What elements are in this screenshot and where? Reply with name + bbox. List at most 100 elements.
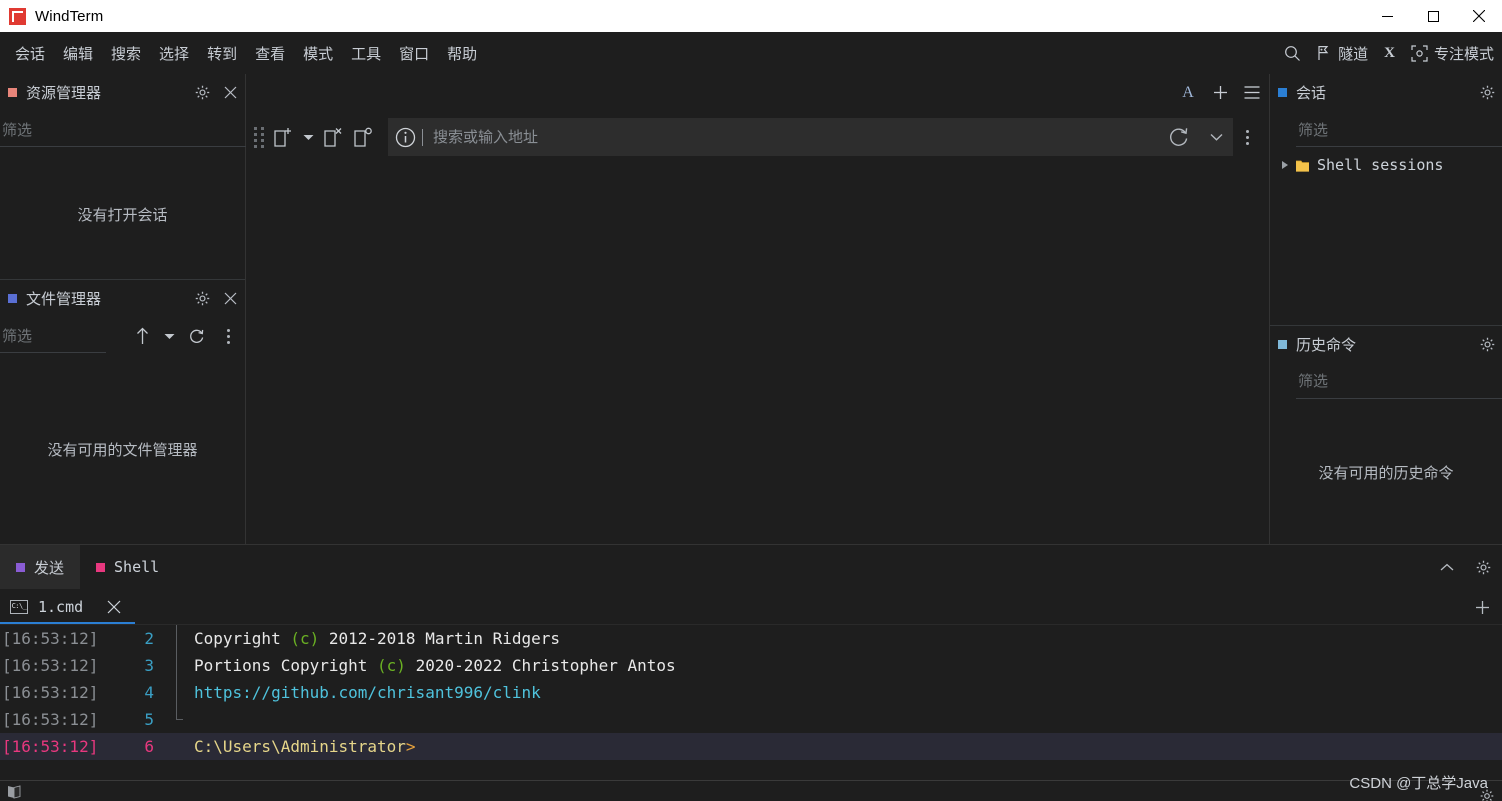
terminal-fold-guide — [170, 733, 194, 760]
tree-item-shell-sessions[interactable]: Shell sessions — [1270, 149, 1502, 181]
sessions-bullet-icon — [1278, 88, 1287, 97]
filemanager-close-icon[interactable] — [221, 290, 239, 308]
x-letter-icon: X — [1384, 44, 1395, 61]
dock-gear-icon[interactable] — [1474, 558, 1492, 576]
address-input[interactable] — [433, 128, 1159, 146]
history-bullet-icon — [1278, 339, 1287, 349]
up-arrow-icon[interactable] — [133, 327, 151, 345]
search-button[interactable] — [1276, 32, 1309, 74]
sessions-gear-icon[interactable] — [1478, 84, 1496, 102]
new-tab-icon[interactable] — [268, 120, 298, 154]
dock-tab-shell[interactable]: Shell — [80, 545, 175, 589]
terminal-text-segment: https://github.com/chrisant996/clink — [194, 683, 541, 702]
x-button[interactable]: X — [1376, 32, 1403, 74]
center-panel: A — [246, 74, 1270, 544]
terminal-line-number: 6 — [144, 737, 154, 756]
center-more-options-icon[interactable] — [1233, 129, 1261, 145]
info-icon[interactable] — [388, 127, 422, 148]
history-filter-input[interactable] — [1298, 366, 1502, 397]
explorer-filter-underline — [0, 146, 246, 147]
menu-item-view[interactable]: 查看 — [246, 32, 294, 74]
search-icon — [1284, 45, 1301, 62]
address-bar[interactable] — [388, 118, 1233, 156]
filemanager-filter-input[interactable] — [2, 321, 102, 351]
terminal-line-number: 5 — [144, 710, 154, 729]
filemanager-header-actions — [193, 280, 239, 317]
menu-item-session[interactable]: 会话 — [6, 32, 54, 74]
hamburger-menu-icon[interactable] — [1243, 84, 1261, 102]
terminal-line: [16:53:12] 3 Portions Copyright (c) 2020-2… — [0, 652, 1502, 679]
menu-item-goto[interactable]: 转到 — [198, 32, 246, 74]
terminal-fold-guide — [170, 652, 194, 679]
menu-item-search[interactable]: 搜索 — [102, 32, 150, 74]
menu-bar-tools: 隧道 X 专注模式 — [1276, 32, 1502, 74]
sessions-title: 会话 — [1296, 85, 1327, 102]
history-gear-icon[interactable] — [1478, 335, 1496, 353]
window-controls — [1364, 0, 1502, 32]
cmd-icon-text: C:\_ — [11, 602, 27, 610]
filemanager-gear-icon[interactable] — [193, 290, 211, 308]
minimize-button[interactable] — [1364, 0, 1410, 32]
address-chevron-down-icon[interactable] — [1199, 133, 1233, 141]
terminal-fold-guide — [170, 706, 194, 733]
filemanager-bullet-icon — [8, 294, 17, 303]
terminal-line-text: https://github.com/chrisant996/clink — [194, 683, 1502, 702]
maximize-button[interactable] — [1410, 0, 1456, 32]
terminal-tab-close-icon[interactable] — [105, 598, 123, 616]
panel-toggle-icon[interactable] — [6, 784, 22, 799]
collapse-chevron-icon[interactable] — [1438, 558, 1456, 576]
menu-item-help[interactable]: 帮助 — [438, 32, 486, 74]
font-size-icon[interactable]: A — [1179, 84, 1197, 102]
close-button[interactable] — [1456, 0, 1502, 32]
statusbar-gear-icon[interactable] — [1480, 789, 1494, 801]
terminal-timestamp: [16:53:12] — [2, 629, 99, 648]
menu-item-mode[interactable]: 模式 — [294, 32, 342, 74]
filemanager-more-options-icon[interactable] — [219, 327, 237, 345]
tunnel-button[interactable]: 隧道 — [1309, 32, 1376, 74]
explorer-close-icon[interactable] — [221, 84, 239, 102]
menu-item-tools[interactable]: 工具 — [342, 32, 390, 74]
terminal-line: [16:53:12] 6 C:\Users\Administrator> — [0, 733, 1502, 760]
terminal-fold-guide — [170, 679, 194, 706]
new-tab-dropdown-icon[interactable] — [298, 120, 318, 154]
status-bar — [0, 780, 1502, 801]
menu-item-edit[interactable]: 编辑 — [54, 32, 102, 74]
vertical-dots — [226, 328, 230, 344]
reload-icon[interactable] — [1159, 126, 1199, 148]
sessions-filter-input[interactable] — [1298, 115, 1502, 145]
chevron-right-icon[interactable] — [1282, 161, 1288, 169]
menu-bar: 会话 编辑 搜索 选择 转到 查看 模式 工具 窗口 帮助 隧道 X 专注模式 — [0, 32, 1502, 98]
explorer-gear-icon[interactable] — [193, 84, 211, 102]
dock-tab-label: Shell — [114, 558, 160, 576]
close-tab-icon[interactable] — [318, 120, 348, 154]
focus-mode-label: 专注模式 — [1433, 45, 1494, 63]
dock-tab-send[interactable]: 发送 — [0, 545, 81, 589]
explorer-panel-header: 资源管理器 — [0, 74, 245, 111]
drag-grip-icon[interactable] — [254, 125, 266, 149]
focus-mode-button[interactable]: 专注模式 — [1403, 32, 1502, 74]
sessions-header-actions — [1478, 74, 1496, 111]
filemanager-empty-message: 没有可用的文件管理器 — [47, 442, 198, 459]
chevron-down-icon[interactable] — [164, 327, 175, 345]
focus-frame-icon — [1411, 44, 1428, 62]
terminal-text-segment: (c) — [377, 656, 406, 675]
explorer-title: 资源管理器 — [26, 85, 102, 102]
history-empty-message: 没有可用的历史命令 — [1318, 464, 1454, 482]
terminal-tab-label: 1.cmd — [38, 597, 84, 616]
history-panel-header: 历史命令 — [1270, 326, 1502, 363]
terminal-line-number: 4 — [144, 683, 154, 702]
sessions-filter-underline — [1296, 146, 1502, 147]
explorer-filter-input[interactable] — [2, 115, 242, 145]
terminal-tab-1cmd[interactable]: C:\_ 1.cmd — [0, 589, 136, 624]
clone-tab-icon[interactable] — [348, 120, 378, 154]
left-sidebar: 资源管理器 没有打开会话 文件管理器 — [0, 74, 246, 544]
filemanager-panel-header: 文件管理器 — [0, 280, 245, 317]
refresh-icon[interactable] — [188, 327, 206, 345]
terminal-fold-guide — [170, 625, 194, 652]
add-terminal-tab-button[interactable] — [1475, 589, 1490, 625]
history-filter-underline — [1296, 397, 1502, 399]
plus-icon[interactable] — [1211, 84, 1229, 102]
terminal-output[interactable]: [16:53:12] 2 Copyright (c) 2012-2018 Marti… — [0, 625, 1502, 761]
menu-item-window[interactable]: 窗口 — [390, 32, 438, 74]
menu-item-select[interactable]: 选择 — [150, 32, 198, 74]
